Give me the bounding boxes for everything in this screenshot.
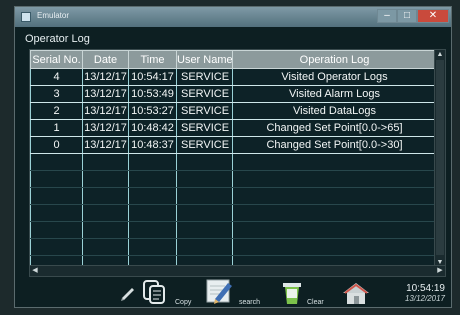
empty-cell (128, 221, 177, 239)
cell-date: 13/12/17 (82, 136, 129, 154)
empty-cell (176, 153, 233, 171)
cell-operation: Visited DataLogs (232, 102, 437, 120)
table-row[interactable]: 1 13/12/17 10:48:42 SERVICE Changed Set … (30, 119, 437, 137)
cell-time: 10:48:42 (128, 119, 177, 137)
cell-time: 10:48:37 (128, 136, 177, 154)
close-button[interactable]: ✕ (417, 9, 449, 23)
hmi-window: Emulator – □ ✕ Operator Log Serial No. D… (14, 6, 452, 308)
empty-cell (128, 187, 177, 205)
table-row[interactable]: 4 13/12/17 10:54:17 SERVICE Visited Oper… (30, 68, 437, 86)
cell-operation: Changed Set Point[0.0->65] (232, 119, 437, 137)
empty-cell (232, 221, 437, 239)
cell-user: SERVICE (176, 68, 233, 86)
trash-icon[interactable] (281, 280, 303, 306)
scroll-right-arrow[interactable]: ▶ (435, 266, 445, 276)
empty-table-row (30, 238, 437, 256)
empty-cell (232, 238, 437, 256)
col-serial-header[interactable]: Serial No. (30, 50, 83, 69)
copy-label[interactable]: Copy (175, 299, 191, 306)
cell-date: 13/12/17 (82, 68, 129, 86)
empty-cell (232, 170, 437, 188)
empty-table-row (30, 170, 437, 188)
empty-cell (128, 153, 177, 171)
col-operation-header[interactable]: Operation Log (232, 50, 437, 69)
search-label[interactable]: search (239, 299, 260, 306)
cell-date: 13/12/17 (82, 102, 129, 120)
cell-date: 13/12/17 (82, 119, 129, 137)
home-icon[interactable] (341, 281, 371, 305)
empty-cell (128, 238, 177, 256)
vertical-scrollbar[interactable]: ▲ ▼ (434, 50, 445, 268)
empty-cell (30, 170, 83, 188)
clock-display: 10:54:19 13/12/2017 (405, 283, 445, 303)
operator-log-table: Serial No. Date Time User Name Operation… (29, 49, 446, 277)
cell-operation: Visited Operator Logs (232, 68, 437, 86)
scroll-up-arrow[interactable]: ▲ (435, 50, 445, 60)
table-row[interactable]: 2 13/12/17 10:53:27 SERVICE Visited Data… (30, 102, 437, 120)
col-date-header[interactable]: Date (82, 50, 129, 69)
table-header-row: Serial No. Date Time User Name Operation… (30, 50, 437, 69)
empty-cell (232, 204, 437, 222)
minimize-button[interactable]: – (377, 9, 397, 23)
empty-cell (176, 221, 233, 239)
empty-cell (82, 238, 129, 256)
empty-cell (176, 187, 233, 205)
cell-serial: 1 (30, 119, 83, 137)
empty-cell (82, 221, 129, 239)
pencil-icon[interactable] (119, 283, 137, 301)
empty-cell (82, 187, 129, 205)
empty-table-row (30, 153, 437, 171)
empty-cell (176, 204, 233, 222)
window-title: Emulator (37, 11, 70, 20)
empty-cell (176, 238, 233, 256)
cell-date: 13/12/17 (82, 85, 129, 103)
title-bar: Emulator – □ ✕ (15, 7, 451, 27)
horizontal-scrollbar[interactable]: ◀ ▶ (30, 265, 445, 276)
cell-time: 10:53:49 (128, 85, 177, 103)
bottom-toolbar: Copy search Clear (15, 279, 451, 309)
cell-serial: 4 (30, 68, 83, 86)
cell-user: SERVICE (176, 136, 233, 154)
empty-cell (30, 204, 83, 222)
cell-time: 10:54:17 (128, 68, 177, 86)
cell-user: SERVICE (176, 85, 233, 103)
empty-table-row (30, 204, 437, 222)
vertical-scroll-thumb[interactable] (436, 60, 444, 255)
empty-cell (232, 187, 437, 205)
empty-cell (30, 221, 83, 239)
empty-cell (30, 238, 83, 256)
document-copy-icon[interactable] (141, 279, 167, 305)
empty-cell (30, 153, 83, 171)
empty-cell (30, 187, 83, 205)
cell-serial: 0 (30, 136, 83, 154)
cell-serial: 3 (30, 85, 83, 103)
clock-date: 13/12/2017 (404, 294, 445, 303)
cell-user: SERVICE (176, 102, 233, 120)
search-icon[interactable] (205, 277, 235, 305)
scroll-left-arrow[interactable]: ◀ (30, 266, 40, 276)
col-user-header[interactable]: User Name (176, 50, 233, 69)
empty-table-row (30, 187, 437, 205)
cell-operation: Visited Alarm Logs (232, 85, 437, 103)
cell-operation: Changed Set Point[0.0->30] (232, 136, 437, 154)
table-row[interactable]: 0 13/12/17 10:48:37 SERVICE Changed Set … (30, 136, 437, 154)
clock-time: 10:54:19 (406, 283, 445, 294)
col-time-header[interactable]: Time (128, 50, 177, 69)
cell-serial: 2 (30, 102, 83, 120)
empty-table-row (30, 221, 437, 239)
maximize-button[interactable]: □ (397, 9, 417, 23)
table-row[interactable]: 3 13/12/17 10:53:49 SERVICE Visited Alar… (30, 85, 437, 103)
screen-title: Operator Log (25, 33, 90, 45)
empty-cell (128, 204, 177, 222)
cell-time: 10:53:27 (128, 102, 177, 120)
cell-user: SERVICE (176, 119, 233, 137)
empty-cell (232, 153, 437, 171)
empty-cell (128, 170, 177, 188)
clear-label[interactable]: Clear (307, 299, 324, 306)
app-icon (21, 12, 31, 22)
empty-cell (82, 153, 129, 171)
empty-cell (82, 170, 129, 188)
empty-cell (176, 170, 233, 188)
empty-cell (82, 204, 129, 222)
